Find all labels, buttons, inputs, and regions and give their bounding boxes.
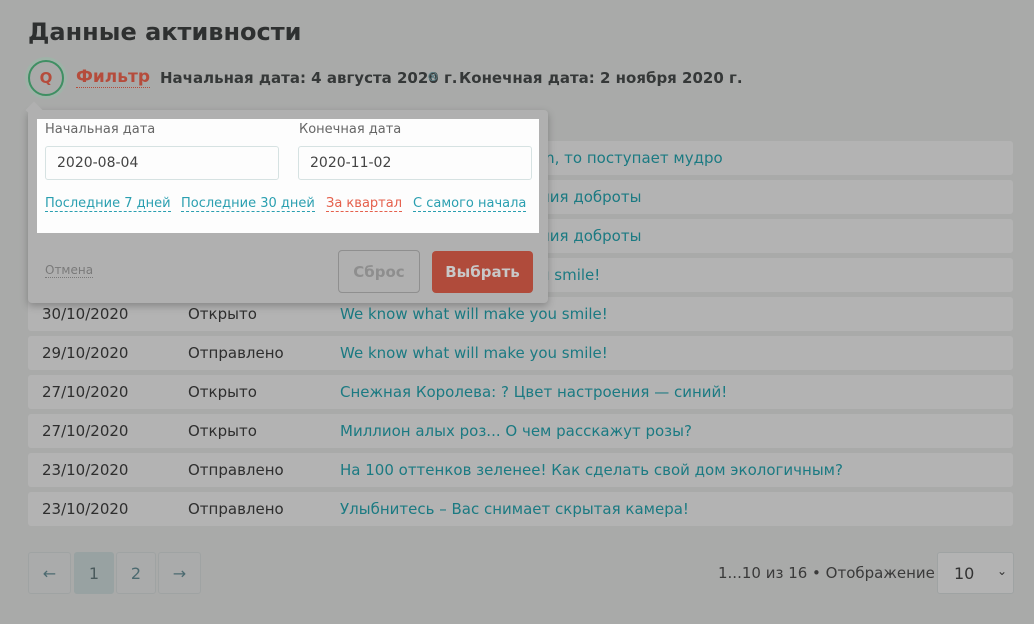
row-subject-link[interactable]: u smile! — [540, 266, 600, 284]
row-date: 27/10/2020 — [42, 422, 129, 440]
chevron-down-icon: ⌄ — [996, 564, 1007, 578]
page-1-button[interactable]: 1 — [74, 552, 114, 594]
start-date-chip: Начальная дата: 4 августа 2020 г. — [160, 69, 458, 87]
table-row: 29/10/2020 Отправлено We know what will ma… — [28, 336, 1013, 370]
table-row: 23/10/2020 Отправлено Улыбнитесь – Вас сни… — [28, 492, 1013, 526]
filter-link[interactable]: Фильтр — [76, 67, 150, 88]
row-status: Открыто — [188, 422, 257, 440]
row-subject-link[interactable]: m, то поступает мудро — [540, 149, 723, 167]
row-date: 29/10/2020 — [42, 344, 129, 362]
per-page-select[interactable]: 10 ⌄ — [937, 552, 1014, 594]
row-status: Открыто — [188, 305, 257, 323]
row-subject-link[interactable]: Снежная Королева: ? Цвет настроения — си… — [340, 383, 727, 401]
end-date-chip: Конечная дата: 2 ноября 2020 г. — [459, 69, 743, 87]
cancel-link[interactable]: Отмена — [45, 263, 94, 278]
row-subject-link[interactable]: We know what will make you smile! — [340, 344, 608, 362]
row-subject-link[interactable]: ния доброты — [540, 188, 641, 206]
end-date-input[interactable]: 2020-11-02 — [298, 146, 532, 180]
select-button[interactable]: Выбрать — [432, 251, 533, 293]
quick-quarter[interactable]: За квартал — [326, 196, 403, 212]
row-subject-link[interactable]: На 100 оттенков зеленее! Как сделать сво… — [340, 461, 843, 479]
row-date: 30/10/2020 — [42, 305, 129, 323]
pagination-info: 1...10 из 16 • Отображение — [718, 564, 935, 582]
quick-last-7-days[interactable]: Последние 7 дней — [45, 196, 171, 212]
row-date: 27/10/2020 — [42, 383, 129, 401]
next-page-button[interactable]: → — [158, 552, 201, 594]
row-status: Отправлено — [188, 500, 284, 518]
search-icon[interactable]: Q — [28, 60, 64, 96]
row-subject-link[interactable]: ния доброты — [540, 227, 641, 245]
start-date-input[interactable]: 2020-08-04 — [45, 146, 279, 180]
table-row: 27/10/2020 Открыто Миллион алых роз... О ч… — [28, 414, 1013, 448]
quick-from-start[interactable]: С самого начала — [413, 196, 527, 212]
clear-start-date-icon[interactable]: ⊗ — [427, 69, 439, 85]
row-subject-link[interactable]: Миллион алых роз... О чем расскажут розы… — [340, 422, 692, 440]
start-date-label: Начальная дата — [45, 122, 156, 137]
end-date-label: Конечная дата — [299, 122, 402, 137]
per-page-value: 10 — [954, 564, 975, 583]
row-date: 23/10/2020 — [42, 500, 129, 518]
table-row: 27/10/2020 Открыто Снежная Королева: ? Цве… — [28, 375, 1013, 409]
row-status: Открыто — [188, 383, 257, 401]
page-2-button[interactable]: 2 — [116, 552, 156, 594]
reset-button[interactable]: Сброс — [338, 250, 420, 293]
row-status: Отправлено — [188, 344, 284, 362]
table-row: 23/10/2020 Отправлено На 100 оттенков зеле… — [28, 453, 1013, 487]
row-status: Отправлено — [188, 461, 284, 479]
page-title: Данные активности — [28, 18, 302, 46]
row-subject-link[interactable]: Улыбнитесь – Вас снимает скрытая камера! — [340, 500, 689, 518]
prev-page-button[interactable]: ← — [28, 552, 71, 594]
row-subject-link[interactable]: We know what will make you smile! — [340, 305, 608, 323]
quick-last-30-days[interactable]: Последние 30 дней — [181, 196, 315, 212]
row-date: 23/10/2020 — [42, 461, 129, 479]
